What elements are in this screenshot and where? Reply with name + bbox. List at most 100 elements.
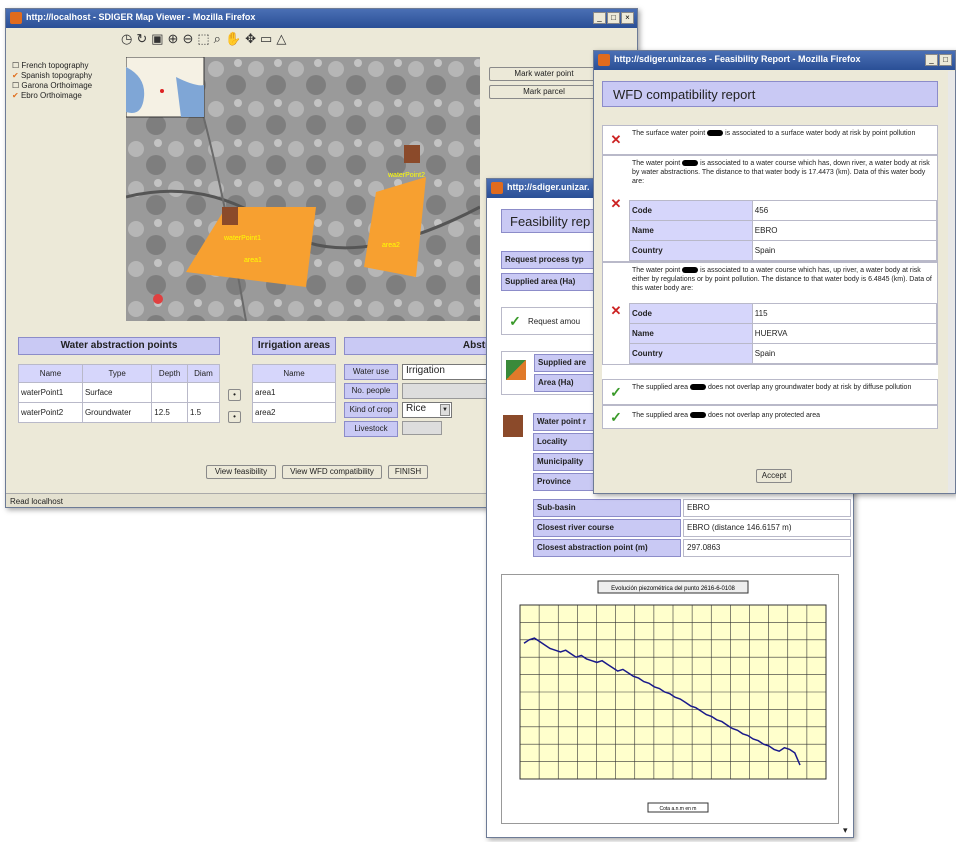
move-icon[interactable]: ✥ [245, 31, 256, 49]
feasibility-window-title: http://sdiger.unizar. [507, 182, 590, 192]
layer-checkbox[interactable]: ☐ [12, 61, 19, 70]
water-use-select[interactable]: Irrigation [402, 364, 487, 380]
table-row[interactable]: waterPoint1 Surface [18, 382, 221, 403]
map-label-area1: area1 [244, 257, 262, 264]
layer-checkbox[interactable]: ✔ [12, 71, 19, 80]
check-icon: ✓ [509, 312, 521, 329]
map-cursor-icon [153, 294, 163, 304]
layer-checkbox[interactable]: ✔ [12, 91, 19, 100]
pan-hand-icon[interactable]: ✋ [225, 31, 241, 49]
wfd-item: ✕ The surface water point is associated … [602, 125, 938, 155]
no-people-input[interactable] [402, 383, 487, 399]
request-amount-row: ✓ Request amou [501, 307, 601, 335]
cross-icon: ✕ [610, 303, 622, 318]
scroll-down-icon[interactable]: ▾ [843, 825, 848, 836]
map-toolbar: ◷ ↻ ▣ ⊕ ⊖ ⬚ ⌕ ✋ ✥ ▭ △ [121, 31, 351, 49]
layer-list: ☐ French topography ✔ Spanish topography… [12, 61, 122, 101]
supplied-area-block: Supplied are Area (Ha) [501, 351, 601, 395]
view-feasibility-button[interactable]: View feasibility [206, 465, 276, 479]
layer-checkbox[interactable]: ☐ [12, 81, 19, 90]
wfd-results: ✕ The surface water point is associated … [602, 125, 938, 429]
overview-icon[interactable]: ◷ [121, 31, 132, 49]
map-label-waterpoint2: waterPoint2 [387, 172, 425, 179]
refresh-icon[interactable]: ↻ [136, 31, 147, 49]
column-header: Name [252, 364, 336, 383]
firefox-icon [598, 54, 610, 66]
no-people-label: No. people [344, 383, 398, 399]
maximize-icon[interactable]: □ [939, 54, 952, 66]
zoom-box-icon[interactable]: ▣ [151, 31, 163, 49]
chart-legend: Cota a.n.m en m [660, 806, 697, 812]
cross-icon: ✕ [610, 132, 622, 147]
wfd-window-titlebar[interactable]: http://sdiger.unizar.es - Feasibility Re… [594, 51, 955, 70]
abstraction-form: Water use Irrigation No. people Kind of … [344, 364, 494, 437]
close-icon[interactable]: × [621, 12, 634, 24]
firefox-icon [10, 12, 22, 24]
chart-title: Evolución piezométrica del punto 2616-6-… [611, 586, 735, 592]
water-point-marker-icon[interactable] [222, 207, 238, 225]
wfd-report-window: http://sdiger.unizar.es - Feasibility Re… [593, 50, 956, 494]
water-point-icon [503, 415, 523, 437]
water-points-title: Water abstraction points [18, 337, 220, 355]
map-canvas[interactable]: waterPoint1 waterPoint2 area1 area2 [126, 57, 480, 321]
layer-item[interactable]: ☐ French topography [12, 61, 122, 71]
zoom-in-icon[interactable]: ⊕ [168, 31, 179, 49]
map-window-titlebar[interactable]: http://localhost - SDIGER Map Viewer - M… [6, 9, 637, 28]
irrigation-areas-table: Name area1 area2 [252, 364, 336, 423]
check-icon: ✓ [610, 409, 622, 425]
livestock-label: Livestock [344, 421, 398, 437]
water-use-label: Water use [344, 364, 398, 380]
rectangle-icon[interactable]: ▭ [260, 31, 272, 49]
delete-water-point-button[interactable]: • [228, 411, 241, 423]
layer-item[interactable]: ✔ Ebro Orthoimage [12, 91, 122, 101]
wfd-item: ✓ The supplied area does not overlap any… [602, 379, 938, 405]
view-wfd-compatibility-button[interactable]: View WFD compatibility [282, 465, 382, 479]
mark-water-point-button[interactable]: Mark water point [489, 67, 599, 81]
map-label-waterpoint1: waterPoint1 [223, 235, 261, 242]
table-row[interactable]: waterPoint2 Groundwater 12.5 1.5 [18, 402, 221, 423]
column-header: Name [18, 364, 83, 383]
request-process-label: Request process typ [501, 251, 601, 269]
status-text: Read localhost [10, 497, 63, 506]
mark-parcel-button[interactable]: Mark parcel [489, 85, 599, 99]
water-body-table: Code 456 Name EBRO Country Spain [629, 200, 938, 261]
wfd-item: ✓ The supplied area does not overlap any… [602, 405, 938, 429]
wfd-item: ✕ The water point is associated to a wat… [602, 155, 938, 262]
layer-item[interactable]: ✔ Spanish topography [12, 71, 122, 81]
maximize-icon[interactable]: □ [607, 12, 620, 24]
table-row[interactable]: area1 [252, 382, 336, 403]
piezometric-chart-frame: Evolución piezométrica del punto 2616-6-… [501, 574, 839, 824]
layer-item[interactable]: ☐ Garona Orthoimage [12, 81, 122, 91]
check-icon: ✓ [610, 384, 622, 400]
minimize-icon[interactable]: _ [925, 54, 938, 66]
livestock-select[interactable] [402, 421, 442, 435]
firefox-icon [491, 182, 503, 194]
water-body-table: Code 115 Name HUERVA Country Spain [629, 303, 938, 364]
scrollbar[interactable] [948, 71, 955, 493]
kind-of-crop-label: Kind of crop [344, 402, 398, 418]
wfd-heading: WFD compatibility report [602, 81, 938, 107]
finish-button[interactable]: FINISH [388, 465, 428, 479]
piezometric-chart: Evolución piezométrica del punto 2616-6-… [519, 580, 827, 813]
accept-button[interactable]: Accept [756, 469, 792, 483]
water-point-marker-icon[interactable] [404, 145, 420, 163]
select-icon[interactable]: ⬚ [197, 31, 209, 49]
zoom-out-icon[interactable]: ⊖ [182, 31, 193, 49]
supplied-area-label: Supplied area (Ha) [501, 273, 601, 291]
cross-icon: ✕ [610, 196, 622, 211]
minimize-icon[interactable]: _ [593, 12, 606, 24]
parcel-icon [506, 360, 526, 380]
irrigation-areas-title: Irrigation areas [252, 337, 336, 355]
table-row[interactable]: area2 [252, 402, 336, 423]
delete-water-point-button[interactable]: • [228, 389, 241, 401]
measure-icon[interactable]: △ [276, 31, 286, 49]
water-points-table: Name Type Depth Diam waterPoint1 Surface… [18, 364, 221, 423]
map-window-title: http://localhost - SDIGER Map Viewer - M… [26, 12, 256, 22]
kind-of-crop-select[interactable]: Rice ▼ [402, 402, 452, 418]
wfd-window-title: http://sdiger.unizar.es - Feasibility Re… [614, 54, 861, 64]
dropdown-arrow-icon[interactable]: ▼ [440, 404, 450, 416]
column-header: Diam [186, 364, 221, 383]
column-header: Depth [151, 364, 188, 383]
magnify-icon[interactable]: ⌕ [214, 31, 221, 49]
map-label-area2: area2 [382, 242, 400, 249]
